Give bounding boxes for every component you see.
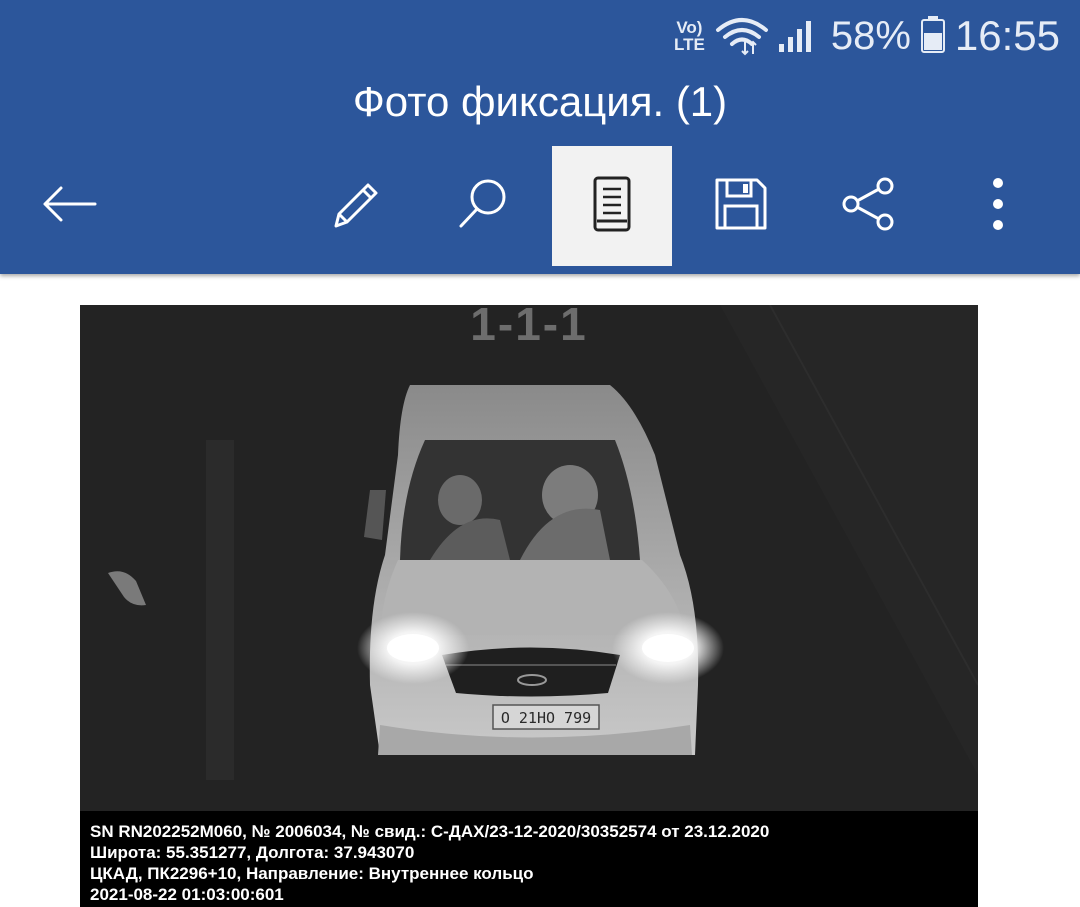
- reading-mode-button[interactable]: [552, 146, 672, 266]
- volte-indicator: Vo) LTE: [674, 19, 705, 53]
- arrow-left-icon: [39, 184, 99, 229]
- floppy-disk-icon: [713, 176, 769, 237]
- more-vertical-icon: [988, 176, 1008, 237]
- save-button[interactable]: [681, 146, 801, 266]
- device-info-line: SN RN202252M060, № 2006034, № свид.: С-Д…: [90, 822, 770, 841]
- traffic-camera-photo: О 21НО 799 1-1-1 SN RN202252M060, № 2006…: [80, 305, 978, 907]
- battery-icon: [920, 15, 945, 58]
- clock: 16:55: [954, 12, 1060, 59]
- page-title: Фото фиксация. (1): [352, 78, 728, 125]
- document-view[interactable]: О 21НО 799 1-1-1 SN RN202252M060, № 2006…: [0, 274, 1080, 907]
- more-options-button[interactable]: [938, 146, 1058, 266]
- wifi-icon: [715, 16, 769, 56]
- document-view-icon: [590, 175, 634, 238]
- volte-label: Vo): [676, 18, 703, 37]
- pencil-icon: [324, 174, 384, 239]
- battery-percent: 58%: [830, 13, 911, 58]
- lte-label: LTE: [673, 35, 705, 54]
- timestamp-line: 2021-08-22 01:03:00:601: [90, 885, 284, 904]
- search-button[interactable]: [423, 146, 543, 266]
- app-bar: Vo) LTE 58% 16:55 Фото фиксация. (1): [0, 0, 1080, 274]
- edit-button[interactable]: [294, 146, 414, 266]
- photo-metadata-overlay: SN RN202252M060, № 2006034, № свид.: С-Д…: [80, 811, 978, 907]
- status-bar: Vo) LTE 58% 16:55: [674, 0, 1060, 72]
- share-icon: [839, 174, 899, 239]
- location-line: ЦКАД, ПК2296+10, Направление: Внутреннее…: [90, 864, 534, 883]
- coordinates-line: Широта: 55.351277, Долгота: 37.943070: [90, 843, 415, 862]
- frame-label: 1-1-1: [470, 305, 588, 350]
- license-plate: О 21НО 799: [501, 709, 591, 727]
- search-icon: [453, 174, 513, 239]
- back-button[interactable]: [9, 146, 129, 266]
- share-button[interactable]: [809, 146, 929, 266]
- signal-icon: [777, 18, 817, 54]
